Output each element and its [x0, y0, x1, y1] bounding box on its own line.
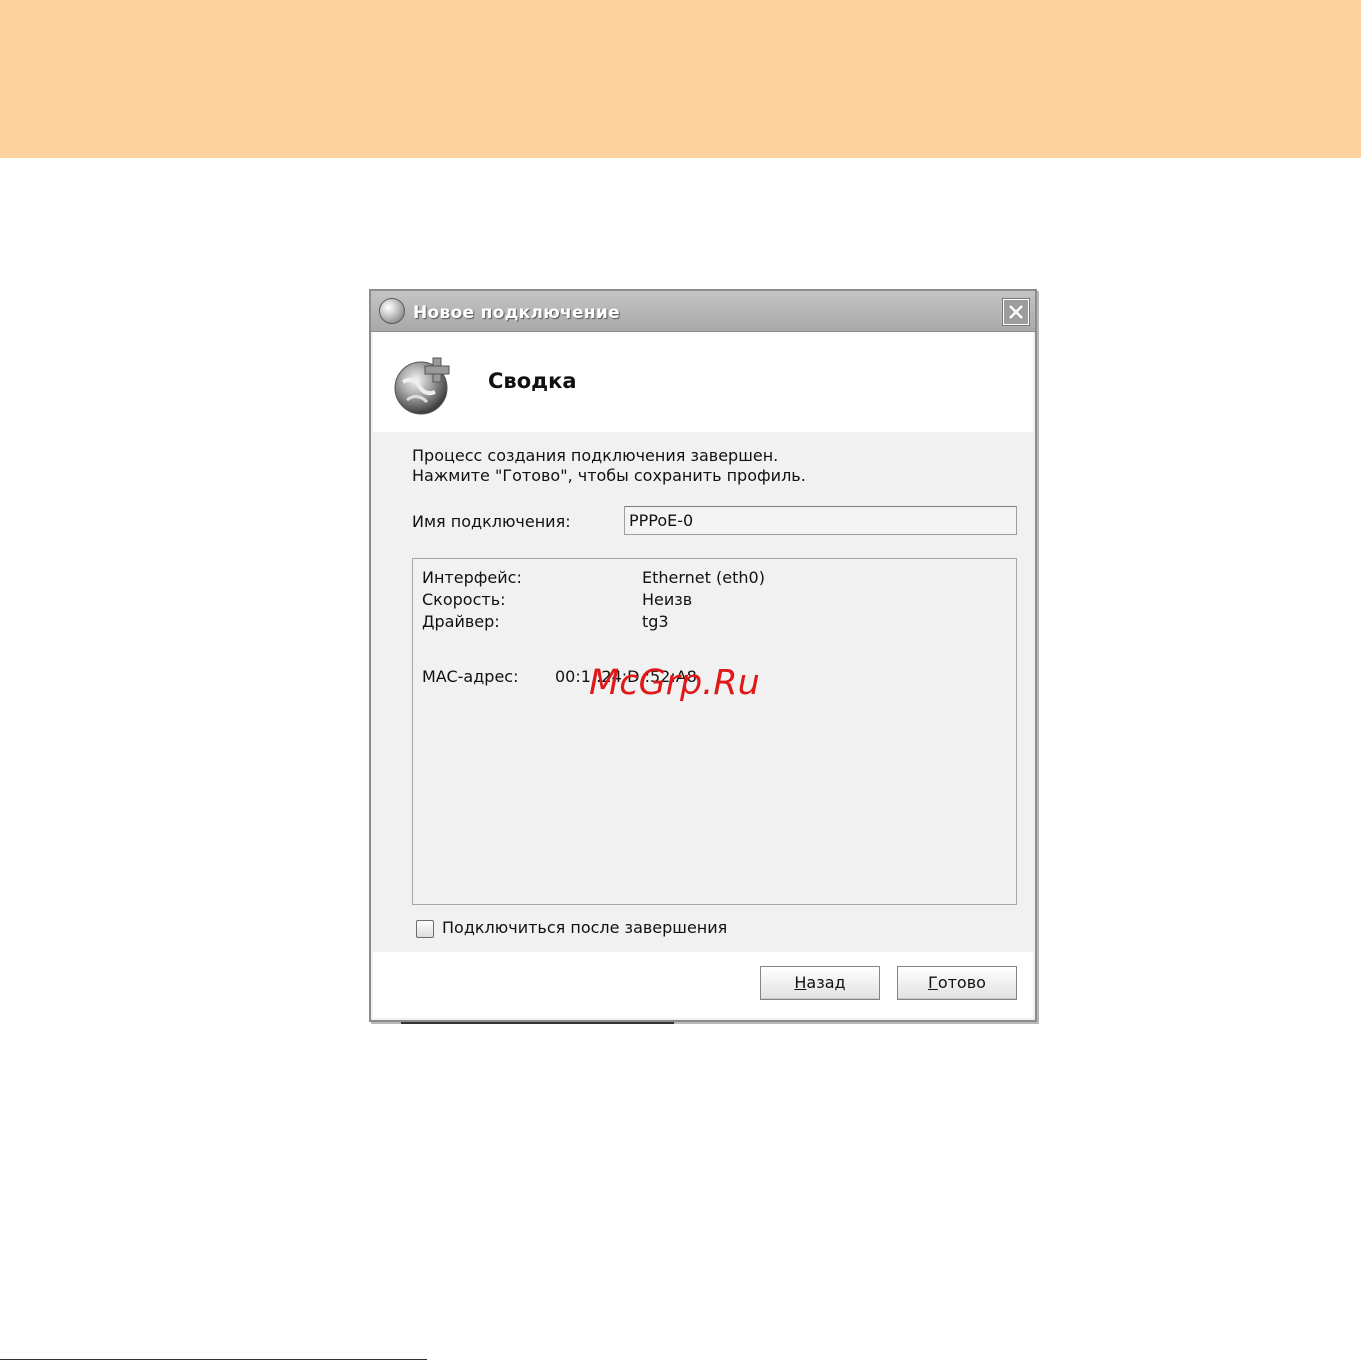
watermark: McGrp.Ru — [589, 663, 760, 703]
new-connection-globe-plus-icon — [394, 357, 450, 415]
back-button[interactable]: Назад — [760, 966, 880, 1000]
speed-value: Неизв — [642, 590, 693, 609]
intro-text: Процесс создания подключения завершен. Н… — [412, 446, 806, 486]
wizard-footer: Назад Готово — [373, 952, 1033, 1018]
interface-value: Ethernet (eth0) — [642, 568, 765, 587]
network-globe-icon — [379, 298, 405, 324]
close-icon — [1009, 305, 1023, 319]
header-band — [0, 0, 1361, 158]
wizard-body: Процесс создания подключения завершен. Н… — [373, 432, 1033, 952]
connection-name-label: Имя подключения: — [412, 512, 571, 531]
driver-label: Драйвер: — [422, 612, 500, 631]
driver-value: tg3 — [642, 612, 669, 631]
mac-label: MAC-адрес: — [422, 667, 519, 686]
close-button[interactable] — [1002, 298, 1030, 326]
intro-line-2: Нажмите "Готово", чтобы сохранить профил… — [412, 466, 806, 485]
page-title: Сводка — [488, 369, 577, 393]
divider — [401, 1022, 674, 1024]
connect-after-label[interactable]: Подключиться после завершения — [442, 918, 727, 937]
back-button-label: азад — [806, 973, 846, 992]
back-button-mnemonic: Н — [794, 973, 807, 992]
speed-label: Скорость: — [422, 590, 506, 609]
new-connection-dialog: Новое подключение Сводка Процесс создани… — [369, 289, 1037, 1022]
connection-name-input[interactable] — [624, 506, 1017, 535]
footer-divider — [0, 1359, 427, 1360]
finish-button-label: отово — [937, 973, 986, 992]
wizard-header: Сводка — [373, 332, 1033, 432]
intro-line-1: Процесс создания подключения завершен. — [412, 446, 779, 465]
connect-after-checkbox[interactable] — [416, 920, 434, 938]
finish-button[interactable]: Готово — [897, 966, 1017, 1000]
connection-summary-box: Интерфейс: Ethernet (eth0) Скорость: Неи… — [412, 558, 1017, 905]
dialog-titlebar[interactable]: Новое подключение — [371, 291, 1035, 332]
interface-label: Интерфейс: — [422, 568, 522, 587]
finish-button-mnemonic: Г — [928, 973, 938, 992]
dialog-title: Новое подключение — [413, 303, 620, 323]
